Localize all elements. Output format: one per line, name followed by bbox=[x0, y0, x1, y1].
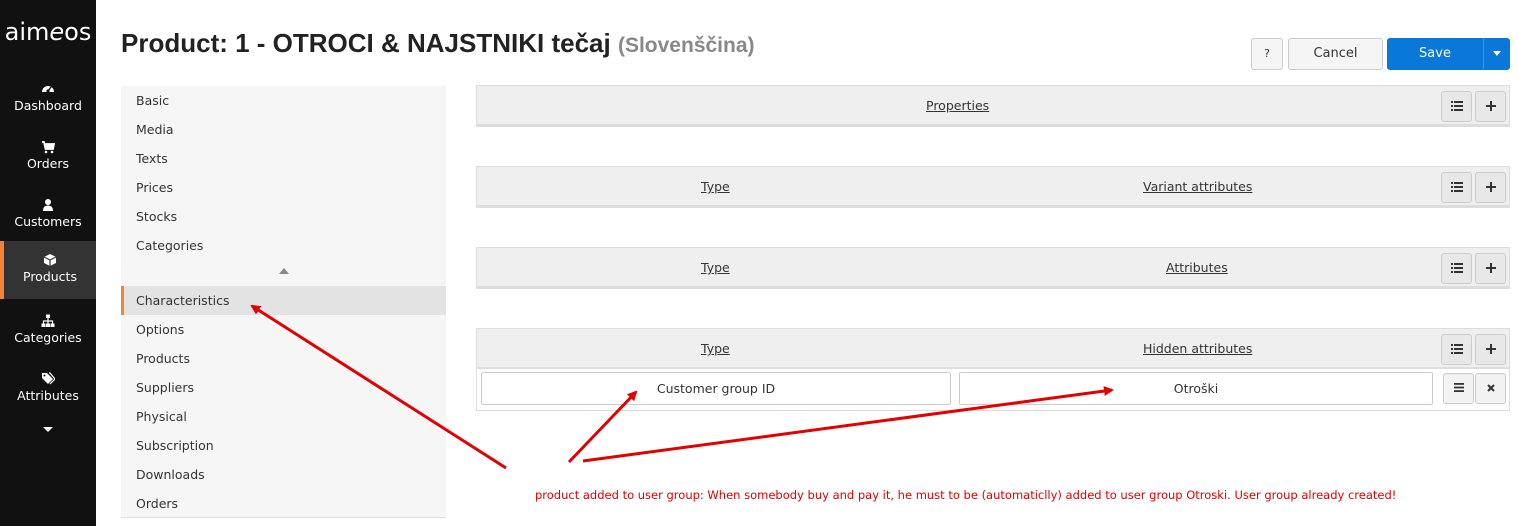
main-navbar: aimeos Dashboard Orders Customers Produc… bbox=[0, 0, 96, 526]
plus-icon bbox=[1485, 182, 1496, 192]
tab-texts[interactable]: Texts bbox=[121, 144, 446, 173]
attributes-sort-link[interactable]: Attributes bbox=[1166, 260, 1228, 275]
list-icon bbox=[1450, 263, 1463, 273]
tab-products[interactable]: Products bbox=[121, 344, 446, 373]
annotation-note: product added to user group: When somebo… bbox=[535, 488, 1397, 502]
tab-downloads[interactable]: Downloads bbox=[121, 460, 446, 489]
attributes-type-sort-link[interactable]: Type bbox=[701, 260, 730, 275]
nav-orders[interactable]: Orders bbox=[0, 128, 96, 186]
nav-more-toggle[interactable] bbox=[0, 416, 96, 446]
list-columns-button[interactable] bbox=[1441, 334, 1472, 365]
list-columns-button[interactable] bbox=[1441, 172, 1472, 203]
nav-categories[interactable]: Categories bbox=[0, 302, 96, 360]
plus-icon bbox=[1485, 344, 1496, 354]
cancel-button[interactable]: Cancel bbox=[1288, 38, 1383, 70]
tab-physical[interactable]: Physical bbox=[121, 402, 446, 431]
tab-stocks[interactable]: Stocks bbox=[121, 202, 446, 231]
tabs-collapse-toggle[interactable] bbox=[279, 268, 289, 274]
tags-icon bbox=[42, 372, 55, 385]
hidden-attributes-sort-link[interactable]: Hidden attributes bbox=[1143, 341, 1252, 356]
caret-down-icon bbox=[43, 427, 53, 432]
variant-attributes-sort-link[interactable]: Variant attributes bbox=[1143, 179, 1252, 194]
tab-options[interactable]: Options bbox=[121, 315, 446, 344]
nav-attributes[interactable]: Attributes bbox=[0, 360, 96, 418]
close-icon bbox=[1486, 384, 1495, 392]
save-button[interactable]: Save bbox=[1387, 38, 1483, 70]
help-button[interactable]: ? bbox=[1251, 38, 1283, 70]
page-title-text: Product: 1 - OTROCI & NAJSTNIKI tečaj bbox=[121, 28, 611, 58]
caret-down-icon bbox=[1492, 51, 1501, 56]
cube-icon bbox=[43, 254, 57, 266]
add-property-button[interactable] bbox=[1475, 91, 1506, 122]
list-columns-button[interactable] bbox=[1441, 253, 1472, 284]
plus-icon bbox=[1485, 101, 1496, 111]
list-columns-button[interactable] bbox=[1441, 91, 1472, 122]
tab-basic[interactable]: Basic bbox=[121, 86, 446, 115]
variant-attributes-panel-header: Type Variant attributes bbox=[476, 166, 1510, 208]
nav-products[interactable]: Products bbox=[0, 241, 96, 299]
tab-subscription[interactable]: Subscription bbox=[121, 431, 446, 460]
product-tabs: Basic Media Texts Prices Stocks Categori… bbox=[121, 86, 446, 518]
page-language: (Slovenščina) bbox=[617, 34, 755, 57]
logo-text-part: os bbox=[64, 18, 92, 46]
list-icon bbox=[1450, 182, 1463, 192]
user-icon bbox=[43, 199, 53, 211]
nav-label: Products bbox=[23, 269, 77, 284]
tab-prices[interactable]: Prices bbox=[121, 173, 446, 202]
properties-panel-header: Properties bbox=[476, 85, 1510, 127]
list-icon bbox=[1450, 344, 1463, 354]
page-title: Product: 1 - OTROCI & NAJSTNIKI tečaj (S… bbox=[121, 28, 755, 59]
hidden-attribute-value-select[interactable]: Otroški bbox=[959, 372, 1433, 405]
add-attribute-button[interactable] bbox=[1475, 253, 1506, 284]
bars-icon bbox=[1453, 383, 1464, 392]
nav-label: Orders bbox=[26, 156, 70, 171]
tab-characteristics[interactable]: Characteristics bbox=[121, 286, 446, 315]
nav-customers[interactable]: Customers bbox=[0, 186, 96, 244]
hidden-type-sort-link[interactable]: Type bbox=[701, 341, 730, 356]
nav-label: Customers bbox=[14, 214, 82, 229]
tab-media[interactable]: Media bbox=[121, 115, 446, 144]
nav-label: Attributes bbox=[17, 388, 79, 403]
nav-dashboard[interactable]: Dashboard bbox=[0, 70, 96, 128]
tab-suppliers[interactable]: Suppliers bbox=[121, 373, 446, 402]
logo-text-part: aim bbox=[4, 18, 50, 46]
variant-type-sort-link[interactable]: Type bbox=[701, 179, 730, 194]
sitemap-icon bbox=[41, 314, 55, 327]
add-hidden-attribute-button[interactable] bbox=[1475, 334, 1506, 365]
nav-label: Categories bbox=[14, 330, 82, 345]
properties-sort-link[interactable]: Properties bbox=[926, 98, 989, 113]
hidden-attribute-row: Customer group ID Otroški bbox=[476, 369, 1510, 411]
save-dropdown-button[interactable] bbox=[1483, 38, 1510, 70]
delete-row-button[interactable] bbox=[1475, 373, 1506, 404]
attributes-panel-header: Type Attributes bbox=[476, 247, 1510, 289]
nav-label: Dashboard bbox=[14, 98, 82, 113]
tab-categories[interactable]: Categories bbox=[121, 231, 446, 260]
hidden-attributes-panel-header: Type Hidden attributes bbox=[476, 328, 1510, 370]
tab-orders[interactable]: Orders bbox=[121, 489, 446, 518]
dashboard-icon bbox=[42, 86, 54, 93]
hidden-attribute-type-select[interactable]: Customer group ID bbox=[481, 372, 951, 405]
aimeos-logo[interactable]: aimeos bbox=[0, 0, 96, 64]
add-variant-attribute-button[interactable] bbox=[1475, 172, 1506, 203]
reorder-handle[interactable] bbox=[1443, 373, 1474, 404]
cart-icon bbox=[42, 141, 55, 154]
list-icon bbox=[1450, 101, 1463, 111]
logo-text-accent: e bbox=[49, 18, 65, 46]
plus-icon bbox=[1485, 263, 1496, 273]
